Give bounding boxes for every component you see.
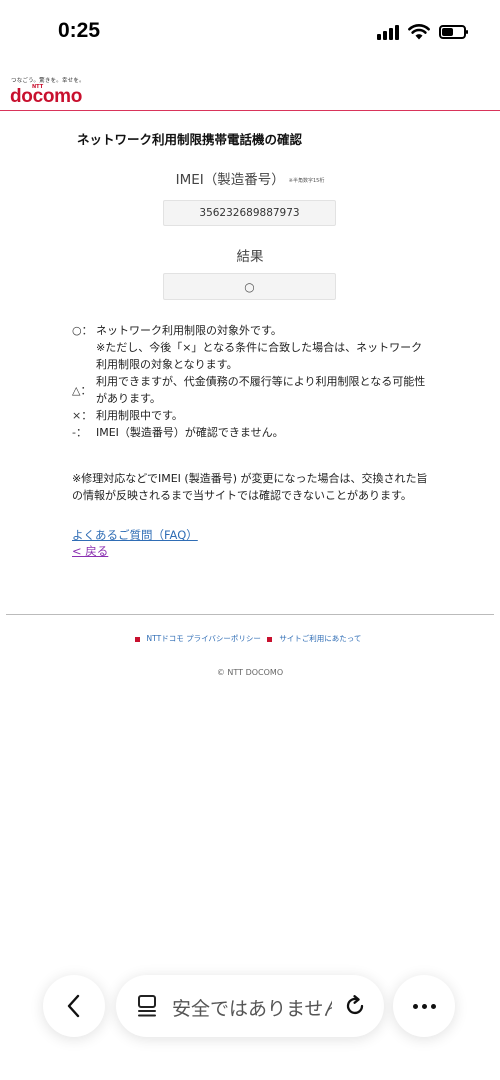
legend-row-restricted: ×： 利用制限中です。	[72, 407, 432, 424]
status-icons	[377, 24, 468, 40]
battery-icon	[439, 25, 468, 39]
url-text[interactable]: 安全ではありません	[172, 994, 332, 1021]
imei-change-notice: ※修理対応などでIMEI (製造番号) が変更になった場合は、交換された旨の情報…	[72, 472, 428, 502]
imei-value: 356232689887973	[163, 200, 336, 226]
wifi-icon	[408, 24, 430, 40]
brand-tagline: つなごう。驚きを。幸せを。	[11, 78, 85, 84]
legend-symbol: ×：	[72, 409, 93, 422]
page: 0:25 つなごう。驚きを。幸せを。 NTT docomo ネットワーク利用制限…	[0, 0, 500, 1080]
legend-row-unknown: -： IMEI（製造番号）が確認できません。	[72, 424, 432, 441]
legend-row-caution: △： 利用できますが、代金債務の不履行等により利用制限となる可能性があります。	[72, 373, 432, 407]
browser-toolbar: 安全ではありません	[0, 975, 500, 1037]
legend-symbol: △：	[72, 384, 92, 397]
imei-note: ※半角数字15桁	[288, 177, 325, 184]
result-value: ○	[163, 273, 336, 300]
status-time: 0:25	[58, 19, 101, 42]
reload-icon[interactable]	[342, 993, 368, 1019]
faq-link[interactable]: よくあるご質問（FAQ）	[72, 527, 198, 543]
more-icon	[412, 1003, 436, 1009]
result-legend: ○： ネットワーク利用制限の対象外です。 ※ただし、今後「×」となる条件に合致し…	[72, 322, 432, 441]
bullet-icon	[134, 636, 140, 642]
footer-links: NTTドコモ プライバシーポリシー サイトご利用にあたって	[0, 633, 500, 644]
legend-row-note: ※ただし、今後「×」となる条件に合致した場合は、ネットワーク利用制限の対象となり…	[72, 339, 432, 373]
legend-symbol: ○：	[72, 324, 93, 337]
legend-text: 利用制限中です。	[96, 409, 183, 422]
reader-icon[interactable]	[136, 994, 158, 1018]
imei-label: IMEI（製造番号） ※半角数字15桁	[0, 168, 500, 188]
legend-text: 利用できますが、代金債務の不履行等により利用制限となる可能性があります。	[96, 375, 426, 405]
status-bar: 0:25	[0, 0, 500, 64]
more-button[interactable]	[393, 975, 455, 1037]
footer-divider	[6, 614, 494, 615]
signal-icon	[377, 24, 399, 40]
privacy-policy-link[interactable]: NTTドコモ プライバシーポリシー	[147, 634, 261, 643]
terms-link[interactable]: サイトご利用にあたって	[279, 634, 361, 643]
address-bar[interactable]: 安全ではありません	[116, 975, 384, 1037]
legend-text: ネットワーク利用制限の対象外です。	[96, 324, 282, 337]
docomo-logo[interactable]: docomo	[10, 86, 82, 108]
imei-label-text: IMEI（製造番号）	[175, 172, 285, 188]
page-links: よくあるご質問（FAQ） < 戻る	[72, 527, 198, 559]
site-header: つなごう。驚きを。幸せを。 NTT docomo	[0, 70, 500, 111]
bullet-icon	[267, 636, 273, 642]
page-title: ネットワーク利用制限携帯電話機の確認	[77, 132, 303, 147]
legend-row-ok: ○： ネットワーク利用制限の対象外です。	[72, 322, 432, 339]
legend-symbol: -：	[72, 426, 87, 439]
chevron-left-icon	[67, 994, 80, 1018]
legend-text: ※ただし、今後「×」となる条件に合致した場合は、ネットワーク利用制限の対象となり…	[96, 341, 423, 371]
back-link[interactable]: < 戻る	[72, 543, 198, 559]
copyright: © NTT DOCOMO	[216, 668, 284, 677]
back-button[interactable]	[43, 975, 105, 1037]
result-label: 結果	[236, 249, 264, 265]
legend-text: IMEI（製造番号）が確認できません。	[96, 426, 284, 439]
